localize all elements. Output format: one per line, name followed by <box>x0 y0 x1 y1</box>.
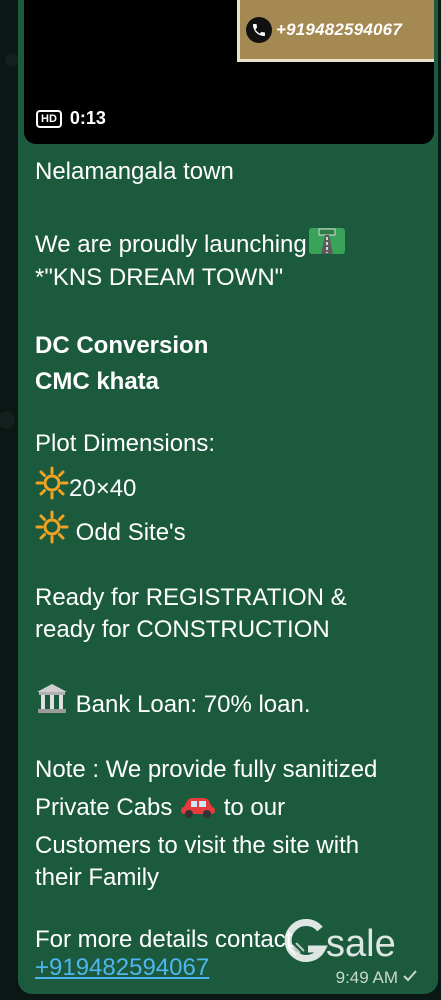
video-thumbnail[interactable]: +919482594067 HD 0:13 <box>24 0 434 144</box>
hd-icon: HD <box>36 109 62 128</box>
message-line: We are proudly launching <box>35 226 347 265</box>
gsale-watermark: sale <box>282 914 422 974</box>
message-line: Note : We provide fully sanitized <box>35 756 378 783</box>
motorway-emoji <box>307 226 347 265</box>
video-phone-banner: +919482594067 <box>237 0 434 62</box>
phone-link[interactable]: +919482594067 <box>35 954 209 982</box>
message-line: Plot Dimensions: <box>35 430 216 457</box>
message-line: Private Cabs to our <box>35 792 285 828</box>
sun-emoji <box>35 466 69 509</box>
video-duration: 0:13 <box>69 108 106 128</box>
watermark-text: sale <box>326 922 396 965</box>
gsale-logo-icon <box>282 917 330 972</box>
message-line: *"KNS DREAM TOWN" <box>35 264 284 291</box>
message-line: Bank Loan: 70% loan. <box>35 682 311 725</box>
message-line: 20×40 <box>35 466 136 509</box>
message-line: Customers to visit the site with <box>35 832 360 859</box>
message-text: Odd Site's <box>69 519 186 546</box>
message-line: their Family <box>35 864 160 891</box>
video-meta: HD 0:13 <box>36 108 106 129</box>
message-text: Private Cabs <box>35 794 180 821</box>
video-banner-phone: +919482594067 <box>276 19 402 39</box>
message-bubble[interactable]: +919482594067 HD 0:13 Nelamangala town W… <box>18 0 438 994</box>
message-line: Odd Site's <box>35 510 186 553</box>
message-line-bold: CMC khata <box>35 368 160 395</box>
message-text: 20×40 <box>69 475 137 502</box>
message-text: to our <box>217 794 286 821</box>
message-text: Bank Loan: 70% loan. <box>69 691 311 718</box>
bank-emoji <box>35 682 69 725</box>
message-line: ready for CONSTRUCTION <box>35 616 330 643</box>
sun-emoji <box>35 510 69 553</box>
message-line: Ready for REGISTRATION & <box>35 584 347 611</box>
phone-icon <box>246 16 272 43</box>
message-text: We are proudly launching <box>35 231 307 258</box>
message-line: For more details contact <box>35 926 293 953</box>
car-emoji <box>179 793 217 828</box>
message-line-bold: DC Conversion <box>35 332 209 359</box>
message-line: Nelamangala town <box>35 158 234 185</box>
